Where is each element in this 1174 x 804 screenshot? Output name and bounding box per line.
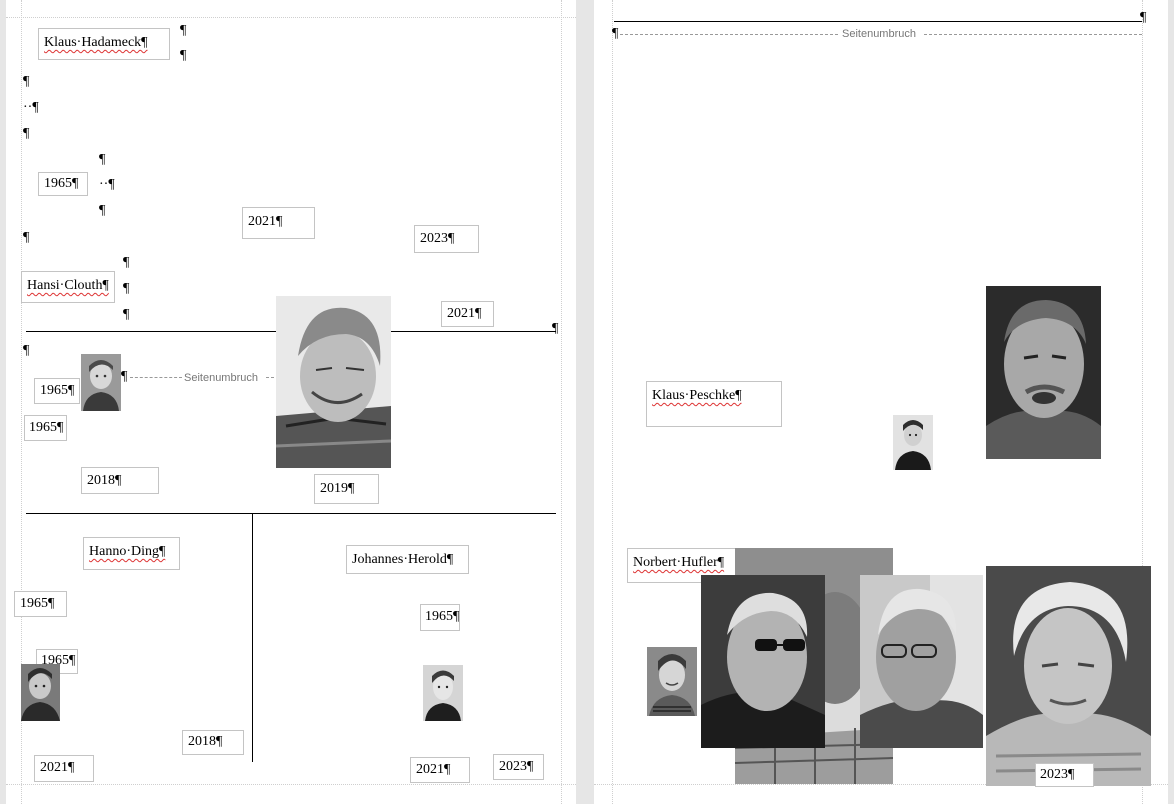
page-break-line	[266, 377, 274, 378]
portrait-photo[interactable]	[986, 286, 1101, 459]
margin-guide	[561, 0, 562, 804]
margin-guide	[6, 17, 576, 18]
textbox-klaus-peschke[interactable]: Klaus·Peschke¶	[646, 381, 782, 427]
paragraph-mark: ¶	[123, 255, 130, 270]
paragraph-mark: ¶	[1140, 10, 1147, 25]
page-break-line	[924, 34, 1142, 35]
portrait-photo[interactable]	[647, 647, 697, 716]
textbox-year[interactable]: 2018¶	[81, 467, 159, 494]
paragraph-mark: ¶	[99, 152, 106, 167]
name-text: Hansi·Clouth¶	[27, 278, 109, 293]
name-text: Norbert·Hufler¶	[633, 555, 725, 570]
portrait-photo[interactable]	[423, 665, 463, 721]
vertical-rule	[252, 514, 253, 762]
portrait-photo[interactable]	[701, 575, 825, 748]
paragraph-mark: ¶	[99, 203, 106, 218]
paragraph-mark: ··¶	[23, 100, 39, 115]
page-break-line	[620, 34, 838, 35]
textbox-year[interactable]: 2019¶	[314, 474, 379, 504]
name-text: Klaus·Peschke¶	[652, 388, 742, 403]
textbox-year[interactable]: 2023¶	[493, 754, 544, 780]
textbox-hansi-clouth[interactable]: Hansi·Clouth¶	[21, 271, 115, 303]
paragraph-mark: ¶	[23, 126, 30, 141]
paragraph-mark: ¶	[123, 307, 130, 322]
portrait-photo[interactable]	[21, 664, 60, 721]
textbox-johannes-herold[interactable]: Johannes·Herold¶	[346, 545, 469, 574]
document-page-1: ¶ ¶ ¶ ··¶ ¶ ¶ ··¶ ¶ ¶ ¶ ¶ ¶ ¶ ¶ ¶ Seiten…	[6, 0, 576, 804]
portrait-photo[interactable]	[81, 354, 121, 411]
portrait-photo[interactable]	[893, 415, 933, 470]
textbox-year[interactable]: 1965¶	[24, 415, 67, 441]
margin-guide	[6, 784, 576, 785]
document-page-2: ¶ ¶ Seitenumbruch Klaus·Peschke¶ Norbert…	[594, 0, 1168, 804]
textbox-year[interactable]: 1965¶	[420, 604, 460, 631]
margin-guide	[612, 0, 613, 804]
page-break-label: Seitenumbruch	[842, 28, 916, 40]
portrait-photo[interactable]	[860, 575, 983, 748]
paragraph-mark: ¶	[23, 230, 30, 245]
paragraph-mark: ¶	[123, 281, 130, 296]
paragraph-mark: ··¶	[99, 177, 115, 192]
textbox-hanno-ding[interactable]: Hanno·Ding¶	[83, 537, 180, 570]
paragraph-mark: ¶	[612, 26, 619, 41]
name-text: Hanno·Ding¶	[89, 544, 166, 559]
paragraph-mark: ¶	[23, 343, 30, 358]
textbox-year[interactable]: 2023¶	[1035, 763, 1094, 787]
paragraph-mark: ¶	[180, 48, 187, 63]
textbox-year[interactable]: 2021¶	[441, 301, 494, 327]
page-break-label: Seitenumbruch	[184, 372, 258, 384]
name-text: Johannes·Herold¶	[352, 552, 454, 567]
textbox-year[interactable]: 1965¶	[34, 378, 80, 404]
name-text: Klaus·Hadameck¶	[44, 35, 148, 50]
textbox-year[interactable]: 2018¶	[182, 730, 244, 755]
textbox-year[interactable]: 2023¶	[414, 225, 479, 253]
textbox-year[interactable]: 2021¶	[34, 755, 94, 782]
textbox-year[interactable]: 1965¶	[14, 591, 67, 617]
horizontal-rule	[26, 513, 556, 514]
textbox-year[interactable]: 2021¶	[242, 207, 315, 239]
paragraph-mark: ¶	[552, 321, 559, 336]
portrait-photo[interactable]	[276, 296, 391, 468]
textbox-year[interactable]: 2021¶	[410, 757, 470, 783]
paragraph-mark: ¶	[121, 369, 128, 384]
portrait-photo[interactable]	[986, 566, 1151, 786]
horizontal-rule	[614, 21, 1142, 22]
page-break-line	[130, 377, 182, 378]
paragraph-mark: ¶	[23, 74, 30, 89]
textbox-year[interactable]: 1965¶	[38, 172, 88, 196]
textbox-klaus-hadameck[interactable]: Klaus·Hadameck¶	[38, 28, 170, 60]
paragraph-mark: ¶	[180, 23, 187, 38]
